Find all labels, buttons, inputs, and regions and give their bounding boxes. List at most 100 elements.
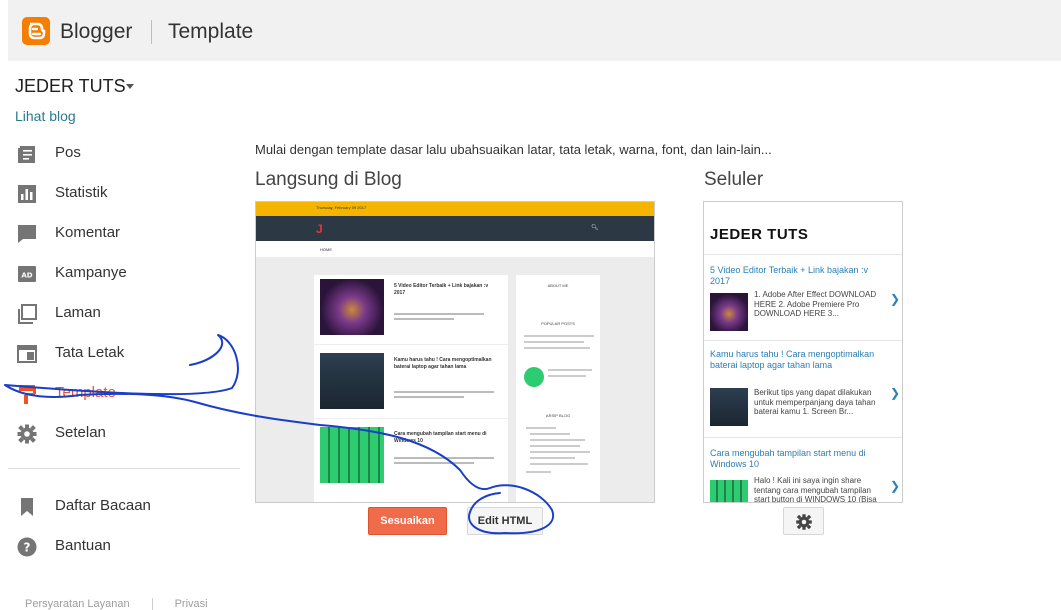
preview-post: 5 Video Editor Terbaik + Link bajakan :v… <box>314 275 508 345</box>
sidebar-line <box>548 369 592 371</box>
sidebar-line <box>524 335 594 337</box>
post-title: Kamu harus tahu ! Cara mengoptimalkan ba… <box>394 357 492 370</box>
post-snippet-line <box>394 318 454 320</box>
chevron-right-icon[interactable]: ❯ <box>890 386 900 400</box>
sidebar-item-label: Statistik <box>55 184 108 201</box>
sidebar-line <box>524 347 590 349</box>
mobile-divider <box>704 254 902 255</box>
sidebar-item-label: Tata Letak <box>55 344 125 361</box>
sidebar-item-label: Setelan <box>55 424 106 441</box>
sidebar-widget-title: ARSIP BLOG <box>545 413 571 418</box>
mobile-heading: Seluler <box>704 169 764 190</box>
sidebar-item-layout[interactable]: Tata Letak <box>0 333 240 373</box>
preview-date-bar: Thursday, February 09 2017 <box>256 202 654 216</box>
sidebar-item-label: Bantuan <box>55 537 111 554</box>
sidebar-item-label: Komentar <box>55 224 121 241</box>
sidebar-item-posts[interactable]: Pos <box>0 133 240 173</box>
mobile-settings-button[interactable] <box>783 507 824 535</box>
sidebar-widget-title: POPULAR POSTS <box>541 321 575 326</box>
preview-posts: 5 Video Editor Terbaik + Link bajakan :v… <box>314 275 508 502</box>
popular-post-thumb <box>524 367 544 387</box>
sidebar-item-reading-list[interactable]: Daftar Bacaan <box>0 486 240 526</box>
sidebar-item-campaigns[interactable]: AD Kampanye <box>0 253 240 293</box>
footer-links: Persyaratan Layanan Privasi <box>25 598 208 610</box>
mobile-post-title: Kamu harus tahu ! Cara mengoptimalkan ba… <box>710 349 875 371</box>
view-blog-link[interactable]: Lihat blog <box>15 108 76 124</box>
mobile-post-thumbnail <box>710 293 748 331</box>
preview-post: Kamu harus tahu ! Cara mengoptimalkan ba… <box>314 349 508 419</box>
mobile-divider <box>704 437 902 438</box>
sidebar-line <box>524 341 584 343</box>
desktop-template-preview[interactable]: Thursday, February 09 2017 J 🔍︎ HOME 5 V… <box>255 201 655 503</box>
blog-selector[interactable]: JEDER TUTS <box>15 76 126 97</box>
sidebar-item-template[interactable]: Template <box>0 373 240 413</box>
svg-text:?: ? <box>24 541 31 555</box>
sidebar-widget-title: ABOUT ME <box>547 283 569 288</box>
post-snippet-line <box>394 396 464 398</box>
preview-date: Thursday, February 09 2017 <box>316 205 367 210</box>
mobile-post-snippet: Berikut tips yang dapat dilakukan untuk … <box>754 388 876 417</box>
template-icon <box>19 385 36 404</box>
edit-html-button[interactable]: Edit HTML <box>467 507 543 535</box>
sidebar-line <box>530 433 570 435</box>
customize-button[interactable]: Sesuaikan <box>368 507 447 535</box>
mobile-post-thumbnail <box>710 480 748 502</box>
svg-text:AD: AD <box>21 272 32 280</box>
nav-divider <box>8 468 240 469</box>
post-title: 5 Video Editor Terbaik + Link bajakan :v… <box>394 283 489 296</box>
sidebar-item-label: Kampanye <box>55 264 127 281</box>
sidebar-item-label: Daftar Bacaan <box>55 497 151 514</box>
sidebar-line <box>548 375 586 377</box>
preview-logo: J <box>316 222 323 236</box>
post-title: Cara mengubah tampilan start menu di Win… <box>394 431 487 444</box>
mobile-post-title: 5 Video Editor Terbaik + Link bajakan :v… <box>710 265 869 287</box>
gear-icon <box>796 514 812 530</box>
preview-menu: HOME <box>256 241 654 257</box>
sidebar-item-settings[interactable]: Setelan <box>0 413 240 453</box>
sidebar-item-label: Template <box>55 384 116 401</box>
privacy-link[interactable]: Privasi <box>175 598 208 610</box>
chevron-down-icon[interactable] <box>126 84 134 89</box>
mobile-template-preview[interactable]: JEDER TUTS 5 Video Editor Terbaik + Link… <box>703 201 903 503</box>
sidebar-line <box>530 451 590 453</box>
post-thumbnail <box>320 353 384 409</box>
blogger-logo-icon[interactable] <box>22 17 50 45</box>
sidebar-item-comments[interactable]: Komentar <box>0 213 240 253</box>
sidebar-item-label: Pos <box>55 144 81 161</box>
mobile-post-snippet: Halo ! Kali ini saya ingin share tentang… <box>754 476 877 503</box>
chevron-right-icon[interactable]: ❯ <box>890 479 900 493</box>
posts-icon <box>18 146 35 163</box>
sidebar-item-label: Laman <box>55 304 101 321</box>
intro-text: Mulai dengan template dasar lalu ubahsua… <box>255 142 772 157</box>
top-bar: Blogger Template <box>8 0 1061 61</box>
post-snippet-line <box>394 462 474 464</box>
sidebar-item-help[interactable]: ? Bantuan <box>0 526 240 566</box>
post-snippet-line <box>394 391 494 393</box>
sidebar-line <box>530 445 580 447</box>
terms-link[interactable]: Persyaratan Layanan <box>25 598 130 610</box>
brand-name: Blogger <box>60 20 133 43</box>
chevron-right-icon[interactable]: ❯ <box>890 292 900 306</box>
sidebar-line <box>530 439 585 441</box>
post-thumbnail <box>320 279 384 335</box>
page-title: Template <box>168 20 254 43</box>
layout-icon <box>17 345 37 363</box>
sidebar-line <box>526 427 556 429</box>
header-divider <box>151 20 152 44</box>
bookmark-icon <box>21 498 33 516</box>
post-snippet-line <box>394 457 494 459</box>
desktop-heading: Langsung di Blog <box>255 169 402 190</box>
preview-sidebar: ABOUT ME POPULAR POSTS ARSIP BLOG <box>516 275 600 502</box>
mobile-post-snippet: 1. Adobe After Effect DOWNLOAD HERE 2. A… <box>754 290 877 319</box>
post-snippet-line <box>394 313 484 315</box>
sidebar-item-stats[interactable]: Statistik <box>0 173 240 213</box>
comments-icon <box>18 225 36 243</box>
pages-icon <box>18 304 37 324</box>
stats-icon <box>18 185 36 203</box>
sidebar-line <box>526 471 551 473</box>
preview-post: Cara mengubah tampilan start menu di Win… <box>314 423 508 493</box>
sidebar-item-pages[interactable]: Laman <box>0 293 240 333</box>
mobile-post-thumbnail <box>710 388 748 426</box>
post-thumbnail <box>320 427 384 483</box>
settings-icon <box>17 424 37 444</box>
